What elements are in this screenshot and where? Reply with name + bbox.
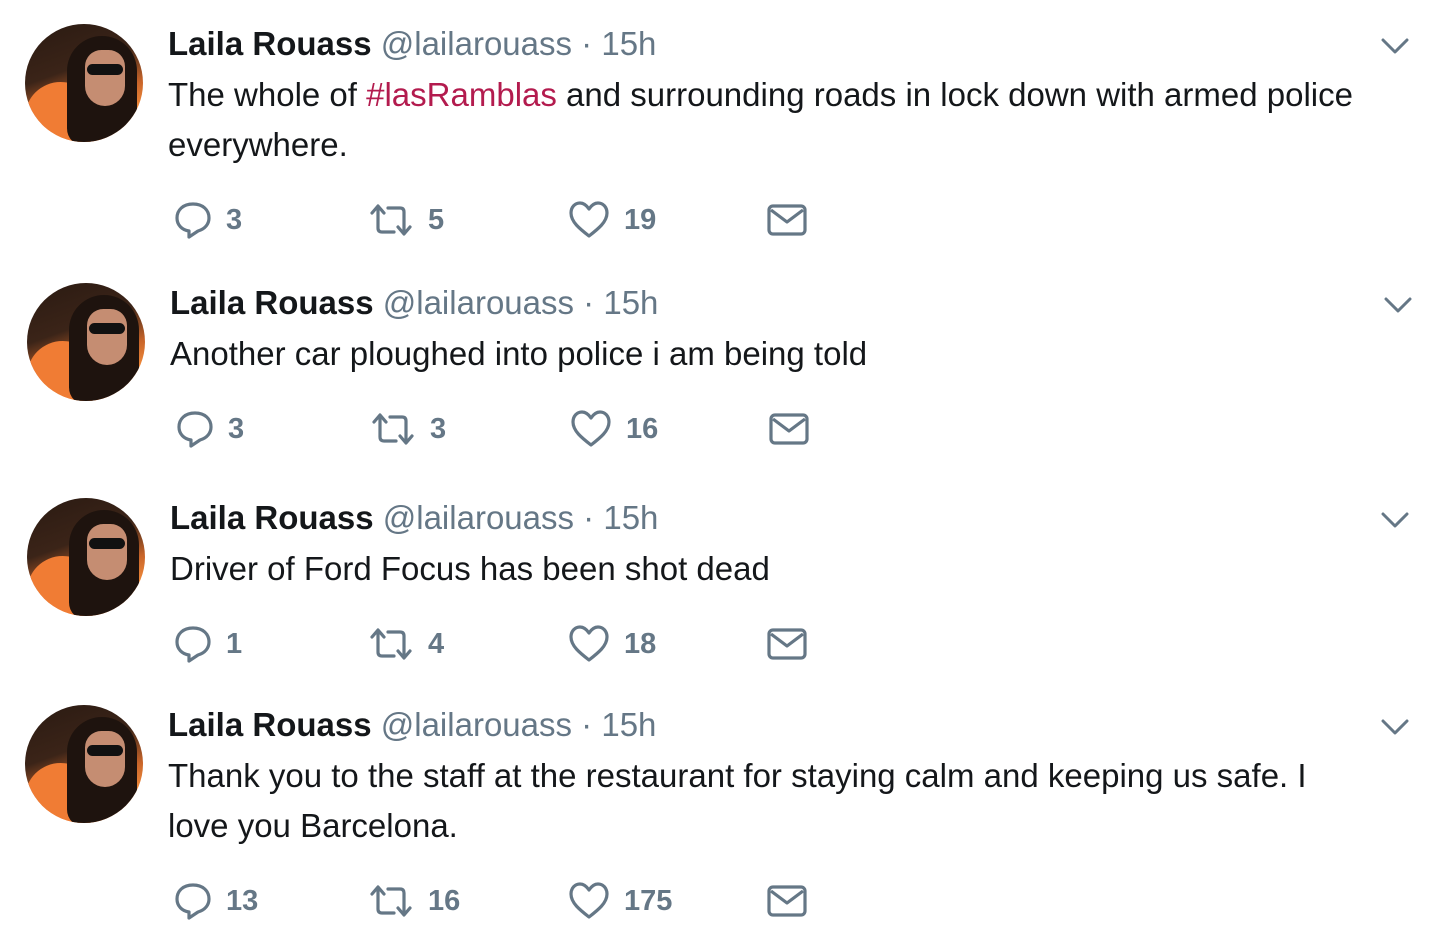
author-handle[interactable]: @lailarouass bbox=[381, 25, 572, 62]
reply-count: 3 bbox=[226, 203, 243, 236]
retweet-icon bbox=[370, 628, 412, 660]
reply-button[interactable]: 1 bbox=[174, 622, 242, 666]
retweet-count: 16 bbox=[428, 884, 461, 917]
message-button[interactable] bbox=[768, 407, 810, 451]
heart-icon bbox=[569, 201, 609, 238]
message-button[interactable] bbox=[766, 198, 808, 242]
author-name[interactable]: Laila Rouass bbox=[170, 499, 374, 536]
message-button[interactable] bbox=[766, 622, 808, 666]
retweet-button[interactable]: 5 bbox=[368, 198, 444, 242]
chevron-down-icon[interactable] bbox=[1383, 293, 1413, 317]
envelope-icon bbox=[769, 413, 809, 445]
hashtag-link[interactable]: #lasRamblas bbox=[366, 76, 557, 113]
author-handle[interactable]: @lailarouass bbox=[383, 499, 574, 536]
avatar[interactable] bbox=[27, 498, 145, 616]
tweet-header: Laila Rouass @lailarouass · 15h bbox=[168, 24, 656, 64]
reply-button[interactable]: 3 bbox=[174, 198, 242, 242]
like-button[interactable]: 19 bbox=[568, 198, 656, 242]
retweet-button[interactable]: 3 bbox=[370, 407, 446, 451]
timestamp[interactable]: 15h bbox=[601, 25, 656, 62]
timestamp[interactable]: 15h bbox=[603, 499, 658, 536]
retweet-count: 5 bbox=[428, 203, 445, 236]
author-handle[interactable]: @lailarouass bbox=[381, 706, 572, 743]
chevron-down-icon[interactable] bbox=[1380, 34, 1410, 58]
timestamp[interactable]: 15h bbox=[601, 706, 656, 743]
like-count: 175 bbox=[624, 884, 673, 917]
retweet-icon bbox=[370, 885, 412, 917]
avatar[interactable] bbox=[27, 283, 145, 401]
like-count: 19 bbox=[624, 203, 657, 236]
heart-icon bbox=[571, 410, 611, 447]
tweet-header: Laila Rouass @lailarouass · 15h bbox=[170, 498, 658, 538]
reply-count: 13 bbox=[226, 884, 259, 917]
reply-icon bbox=[175, 202, 211, 239]
author-name[interactable]: Laila Rouass bbox=[170, 284, 374, 321]
tweet-text-part: Thank you to the staff at the restaurant… bbox=[168, 757, 1307, 844]
chevron-down-icon[interactable] bbox=[1380, 508, 1410, 532]
tweet-actions: 3 5 19 bbox=[168, 198, 868, 242]
retweet-button[interactable]: 16 bbox=[368, 879, 460, 923]
reply-count: 3 bbox=[228, 412, 245, 445]
reply-count: 1 bbox=[226, 627, 243, 660]
reply-icon bbox=[175, 626, 211, 663]
separator-dot: · bbox=[581, 25, 593, 62]
tweet-text: Driver of Ford Focus has been shot dead bbox=[170, 544, 1370, 594]
tweet-header: Laila Rouass @lailarouass · 15h bbox=[170, 283, 658, 323]
heart-icon bbox=[569, 625, 609, 662]
separator-dot: · bbox=[581, 706, 593, 743]
avatar[interactable] bbox=[25, 24, 143, 142]
retweet-icon bbox=[370, 204, 412, 236]
tweet-actions: 1 4 18 bbox=[168, 622, 868, 666]
reply-button[interactable]: 3 bbox=[176, 407, 244, 451]
tweet-text: Thank you to the staff at the restaurant… bbox=[168, 751, 1368, 851]
author-handle[interactable]: @lailarouass bbox=[383, 284, 574, 321]
timestamp[interactable]: 15h bbox=[603, 284, 658, 321]
separator-dot: · bbox=[583, 499, 595, 536]
tweet-actions: 13 16 175 bbox=[168, 879, 868, 923]
retweet-icon bbox=[372, 413, 414, 445]
reply-button[interactable]: 13 bbox=[174, 879, 258, 923]
like-count: 18 bbox=[624, 627, 657, 660]
message-button[interactable] bbox=[766, 879, 808, 923]
reply-icon bbox=[175, 883, 211, 920]
tweet-text-part: The whole of bbox=[168, 76, 367, 113]
retweet-count: 3 bbox=[430, 412, 447, 445]
avatar[interactable] bbox=[25, 705, 143, 823]
heart-icon bbox=[569, 882, 609, 919]
tweet-text-part: Another car ploughed into police i am be… bbox=[170, 335, 868, 372]
chevron-down-icon[interactable] bbox=[1380, 715, 1410, 739]
tweet-text: Another car ploughed into police i am be… bbox=[170, 329, 1370, 379]
like-button[interactable]: 16 bbox=[570, 407, 658, 451]
tweet-text: The whole of #lasRamblas and surrounding… bbox=[168, 70, 1368, 170]
envelope-icon bbox=[767, 628, 807, 660]
separator-dot: · bbox=[583, 284, 595, 321]
tweet-actions: 3 3 16 bbox=[170, 407, 870, 451]
retweet-button[interactable]: 4 bbox=[368, 622, 444, 666]
tweet-header: Laila Rouass @lailarouass · 15h bbox=[168, 705, 656, 745]
reply-icon bbox=[177, 411, 213, 448]
like-count: 16 bbox=[626, 412, 659, 445]
tweet-text-part: Driver of Ford Focus has been shot dead bbox=[170, 550, 770, 587]
like-button[interactable]: 18 bbox=[568, 622, 656, 666]
author-name[interactable]: Laila Rouass bbox=[168, 706, 372, 743]
like-button[interactable]: 175 bbox=[568, 879, 672, 923]
author-name[interactable]: Laila Rouass bbox=[168, 25, 372, 62]
retweet-count: 4 bbox=[428, 627, 445, 660]
envelope-icon bbox=[767, 885, 807, 917]
envelope-icon bbox=[767, 204, 807, 236]
